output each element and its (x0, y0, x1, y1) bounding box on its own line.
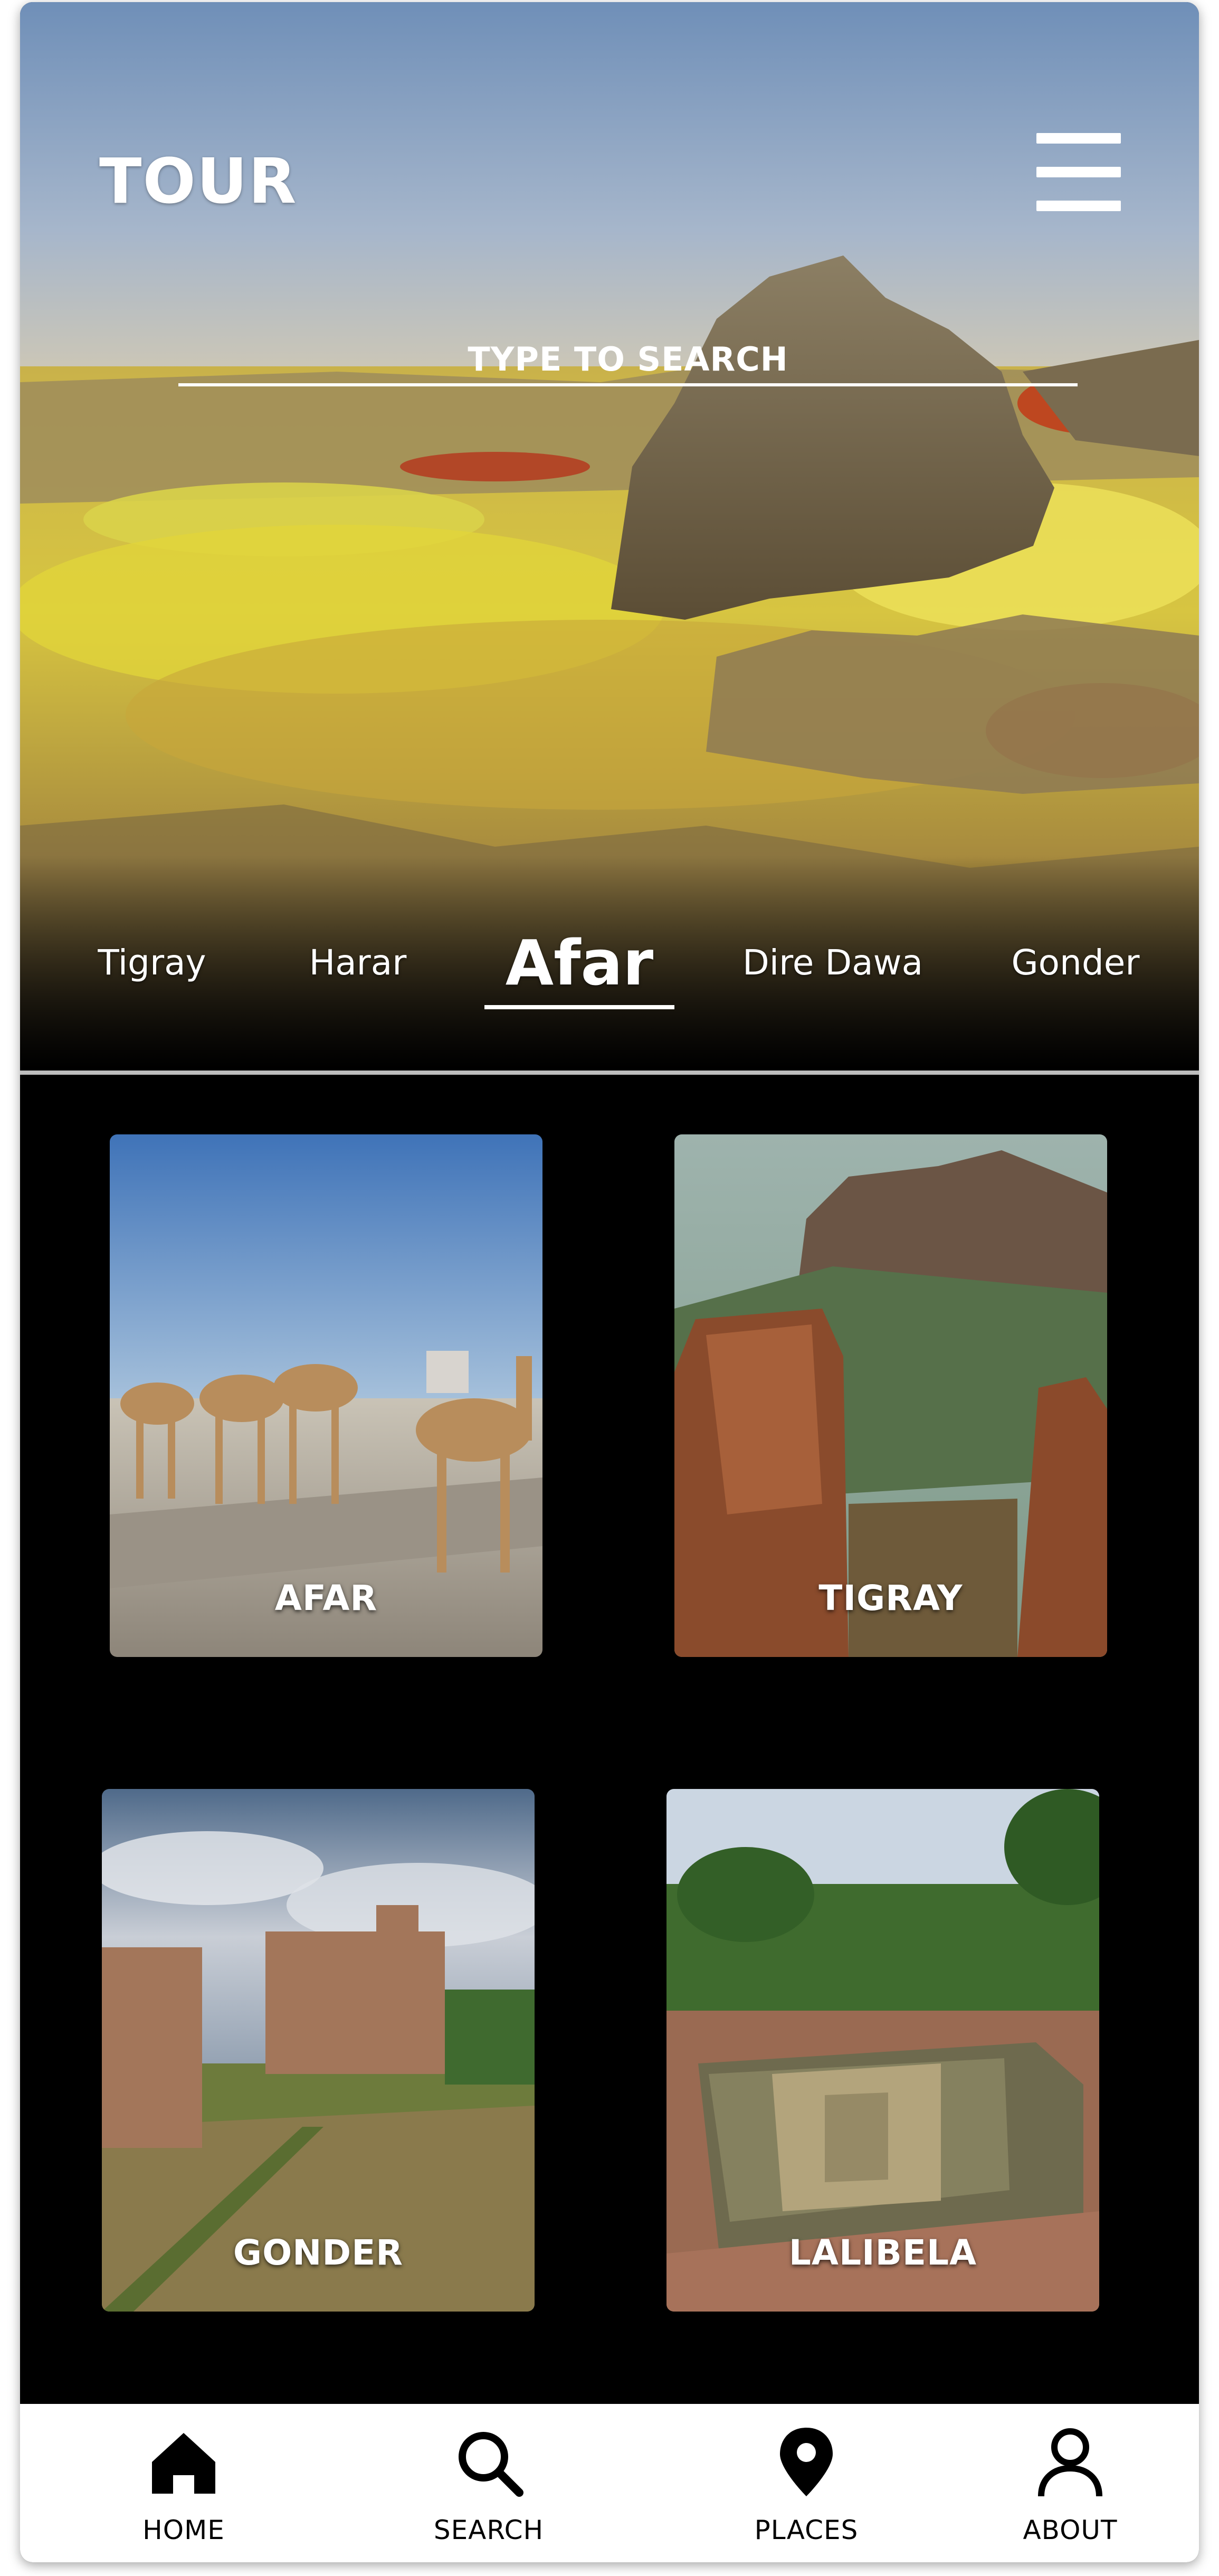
nav-label: HOME (142, 2515, 225, 2545)
map-pin-icon (780, 2428, 833, 2496)
bottom-navigation: HOME SEARCH PLACES ABOUT (20, 2404, 1199, 2562)
home-icon (152, 2433, 215, 2494)
tab-tigray[interactable]: Tigray (62, 921, 242, 1005)
active-tab-indicator (484, 1005, 674, 1009)
card-label: LALIBELA (788, 2232, 977, 2273)
divider (20, 1071, 1199, 1075)
nav-search[interactable]: SEARCH (394, 2404, 584, 2562)
tab-dire-dawa[interactable]: Dire Dawa (717, 921, 949, 1005)
nav-label: SEARCH (433, 2515, 544, 2545)
nav-label: ABOUT (1023, 2515, 1118, 2545)
nav-about[interactable]: ABOUT (975, 2404, 1165, 2562)
card-label: GONDER (233, 2232, 404, 2273)
card-label: TIGRAY (818, 1578, 963, 1618)
hero-banner: TOUR Tigray Harar Afar Dire Dawa Gonder (20, 2, 1199, 1068)
card-tigray[interactable]: TIGRAY (674, 1134, 1107, 1657)
card-gonder[interactable]: GONDER (102, 1789, 535, 2312)
app-screen: TOUR Tigray Harar Afar Dire Dawa Gonder (20, 2, 1199, 2562)
app-title: TOUR (99, 145, 298, 217)
nav-home[interactable]: HOME (89, 2404, 279, 2562)
nav-places[interactable]: PLACES (711, 2404, 901, 2562)
card-afar[interactable]: AFAR (110, 1134, 542, 1657)
tab-harar[interactable]: Harar (268, 921, 447, 1005)
user-icon (1038, 2428, 1102, 2497)
hamburger-menu-icon[interactable] (1036, 133, 1121, 212)
tab-afar[interactable]: Afar (474, 921, 685, 1005)
search-icon (459, 2432, 523, 2497)
card-lalibela[interactable]: LALIBELA (666, 1789, 1099, 2312)
nav-label: PLACES (754, 2515, 859, 2545)
search-input[interactable] (178, 335, 1078, 386)
search-bar (178, 324, 1078, 393)
tab-gonder[interactable]: Gonder (980, 921, 1170, 1005)
region-tabs: Tigray Harar Afar Dire Dawa Gonder (20, 921, 1199, 1026)
card-label: AFAR (274, 1578, 378, 1618)
